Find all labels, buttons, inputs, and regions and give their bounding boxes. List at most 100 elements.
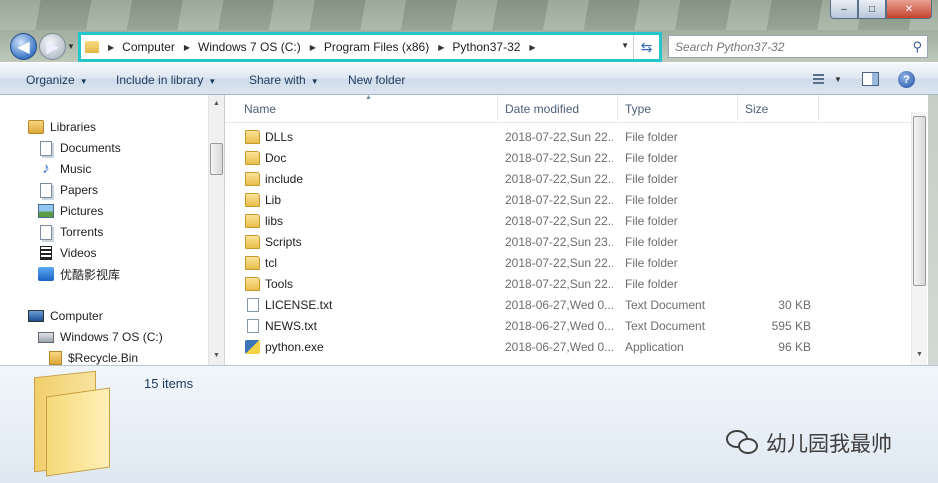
folder-icon	[245, 277, 260, 291]
command-bar: Organize ▼ Include in library ▼ Share with…	[0, 62, 938, 95]
search-input[interactable]: Search Python37-32 ⚲	[668, 35, 928, 58]
address-dropdown-icon[interactable]: ▼	[621, 41, 629, 50]
column-divider[interactable]	[497, 95, 498, 121]
details-pane: 15 items 幼儿园我最帅	[0, 365, 938, 483]
chevron-right-icon[interactable]: ▶	[184, 43, 190, 52]
sidebar-item-label: Libraries	[50, 120, 97, 134]
sidebar-item-music[interactable]: ♪ Music	[38, 159, 91, 179]
file-name: DLLs	[265, 130, 294, 144]
table-row[interactable]: NEWS.txt 2018-06-27,Wed 0... Text Docume…	[225, 316, 915, 337]
recent-pages-dropdown-icon[interactable]: ▼	[67, 42, 75, 51]
close-button[interactable]: ✕	[886, 0, 932, 19]
text-file-icon	[247, 298, 259, 312]
forward-arrow-icon: ▶	[46, 38, 59, 56]
file-size: 96 KB	[778, 340, 811, 354]
column-size[interactable]: Size	[745, 102, 768, 116]
back-button[interactable]: ◀	[10, 33, 37, 60]
change-view-icon[interactable]	[808, 72, 824, 86]
caption-buttons: – □ ✕	[830, 0, 932, 19]
table-row[interactable]: Tools 2018-07-22,Sun 22... File folder	[225, 274, 915, 295]
scroll-thumb[interactable]	[210, 143, 223, 175]
folder-icon	[245, 235, 260, 249]
breadcrumb-python[interactable]: Python37-32	[452, 40, 520, 54]
table-row[interactable]: Doc 2018-07-22,Sun 22... File folder	[225, 148, 915, 169]
sidebar-item-label: $Recycle.Bin	[68, 351, 139, 365]
text-file-icon	[247, 319, 259, 333]
folder-icon	[245, 130, 260, 144]
view-dropdown-icon[interactable]: ▼	[834, 75, 842, 84]
column-date-modified[interactable]: Date modified	[505, 102, 579, 116]
scroll-down-icon[interactable]: ▼	[916, 351, 923, 358]
search-placeholder: Search Python37-32	[675, 40, 785, 54]
chevron-down-icon: ▼	[79, 77, 88, 86]
table-row[interactable]: python.exe 2018-06-27,Wed 0... Applicati…	[225, 337, 915, 358]
wechat-icon	[726, 430, 760, 456]
scroll-down-icon[interactable]: ▼	[213, 352, 220, 359]
videos-icon	[40, 246, 52, 260]
minimize-button[interactable]: –	[830, 0, 858, 19]
sidebar-scrollbar[interactable]: ▲ ▼	[208, 95, 224, 365]
forward-button[interactable]: ▶	[39, 33, 66, 60]
navigation-pane: Libraries Documents ♪ Music Papers Pictu…	[0, 95, 224, 365]
chevron-right-icon[interactable]: ▶	[438, 43, 444, 52]
preview-pane-icon[interactable]	[862, 72, 879, 86]
table-row[interactable]: include 2018-07-22,Sun 22... File folder	[225, 169, 915, 190]
sort-ascending-icon: ▲	[365, 94, 372, 101]
file-name: NEWS.txt	[265, 319, 318, 333]
organize-button[interactable]: Organize ▼	[26, 73, 88, 87]
include-in-library-button[interactable]: Include in library ▼	[116, 73, 216, 87]
sidebar-item-youku[interactable]: 优酷影视库	[38, 264, 120, 284]
search-icon[interactable]: ⚲	[912, 39, 922, 55]
sidebar-item-papers[interactable]: Papers	[38, 180, 98, 200]
table-row[interactable]: LICENSE.txt 2018-06-27,Wed 0... Text Doc…	[225, 295, 915, 316]
sidebar-item-documents[interactable]: Documents	[38, 138, 121, 158]
folder-icon	[245, 151, 260, 165]
column-header-row: ▲ Name Date modified Type Size	[225, 94, 928, 123]
chevron-right-icon[interactable]: ▶	[310, 43, 316, 52]
table-row[interactable]: Scripts 2018-07-22,Sun 23... File folder	[225, 232, 915, 253]
maximize-button[interactable]: □	[858, 0, 886, 19]
sidebar-item-pictures[interactable]: Pictures	[38, 201, 103, 221]
breadcrumb-computer[interactable]: Computer	[122, 40, 175, 54]
papers-icon	[40, 182, 52, 198]
table-row[interactable]: DLLs 2018-07-22,Sun 22... File folder	[225, 127, 915, 148]
sidebar-item-computer[interactable]: Computer	[28, 306, 103, 326]
file-date: 2018-07-22,Sun 22...	[505, 277, 613, 291]
column-divider[interactable]	[617, 95, 618, 121]
file-type: File folder	[625, 172, 678, 186]
column-divider[interactable]	[818, 95, 819, 121]
chevron-right-icon[interactable]: ▶	[529, 43, 535, 52]
table-row[interactable]: libs 2018-07-22,Sun 22... File folder	[225, 211, 915, 232]
computer-icon	[28, 310, 44, 322]
column-name[interactable]: Name	[244, 102, 276, 116]
torrents-icon	[40, 224, 52, 240]
sidebar-item-label: Torrents	[60, 225, 104, 239]
file-list: ▲ Name Date modified Type Size DLLs 2018…	[225, 94, 928, 365]
help-icon[interactable]: ?	[898, 71, 915, 88]
sidebar-item-libraries[interactable]: Libraries	[28, 117, 96, 137]
back-arrow-icon: ◀	[17, 38, 30, 56]
table-row[interactable]: tcl 2018-07-22,Sun 22... File folder	[225, 253, 915, 274]
sidebar-item-label: Music	[60, 162, 92, 176]
breadcrumb-drive[interactable]: Windows 7 OS (C:)	[198, 40, 301, 54]
table-row[interactable]: Lib 2018-07-22,Sun 22... File folder	[225, 190, 915, 211]
file-name: libs	[265, 214, 284, 228]
breadcrumb-program-files[interactable]: Program Files (x86)	[324, 40, 429, 54]
new-folder-button[interactable]: New folder	[348, 73, 405, 87]
refresh-icon[interactable]: ⇆	[633, 35, 659, 59]
column-divider[interactable]	[737, 95, 738, 121]
file-date: 2018-07-22,Sun 22...	[505, 172, 613, 186]
file-name: tcl	[265, 256, 277, 270]
chevron-right-icon[interactable]: ▶	[108, 43, 114, 52]
scroll-up-icon[interactable]: ▲	[213, 100, 220, 107]
scroll-thumb[interactable]	[913, 116, 926, 286]
column-type[interactable]: Type	[625, 102, 651, 116]
sidebar-item-videos[interactable]: Videos	[38, 243, 96, 263]
sidebar-item-label: Pictures	[60, 204, 104, 218]
sidebar-item-torrents[interactable]: Torrents	[38, 222, 103, 242]
drive-icon	[38, 331, 54, 343]
file-list-scrollbar[interactable]: ▼	[911, 112, 927, 365]
address-bar[interactable]: ▶ Computer ▶ Windows 7 OS (C:) ▶ Program…	[78, 32, 662, 62]
sidebar-item-windows-drive[interactable]: Windows 7 OS (C:)	[38, 327, 163, 347]
share-with-button[interactable]: Share with ▼	[249, 73, 319, 87]
